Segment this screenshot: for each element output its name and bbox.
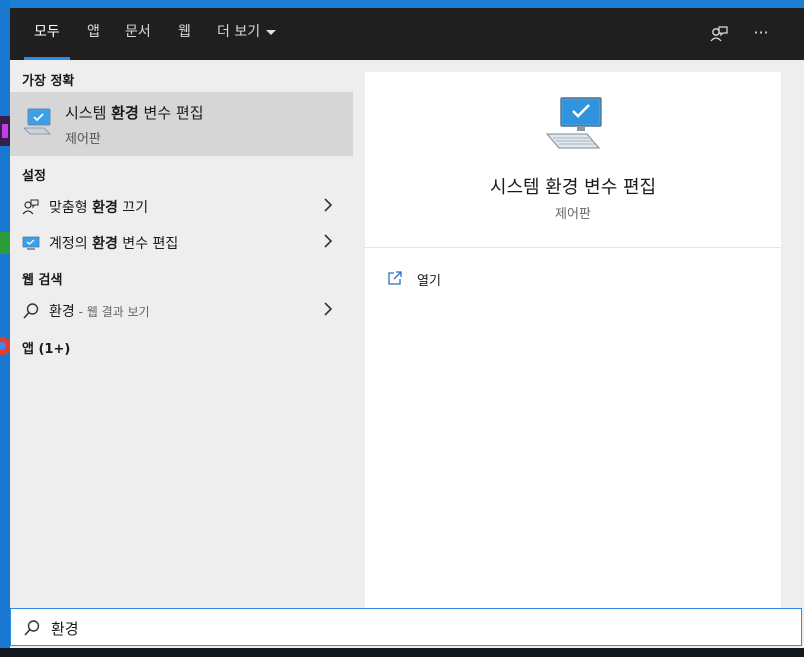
preview-subtitle: 제어판 xyxy=(555,207,591,222)
person-feedback-icon xyxy=(710,26,728,42)
settings-item-label: 계정의 환경 변수 편집 xyxy=(49,236,179,252)
tab-all[interactable]: 모두 xyxy=(24,8,70,60)
preview-pane: 시스템 환경 변수 편집 제어판 열기 xyxy=(365,72,781,608)
system-monitor-icon xyxy=(22,236,40,250)
best-match-header: 가장 정확 xyxy=(22,74,75,89)
desktop-app-icon[interactable] xyxy=(0,228,10,258)
chevron-right-icon xyxy=(324,198,333,212)
search-icon xyxy=(24,620,40,636)
tab-web[interactable]: 웹 xyxy=(178,8,191,60)
ellipsis-icon: ··· xyxy=(753,23,769,42)
apps-header[interactable]: 앱 (1+) xyxy=(22,338,70,357)
web-search-label: 환경 - 웹 결과 보기 xyxy=(49,304,150,320)
results-list: 가장 정확 시스템 환경 변수 편집 제어판 설정 맞춤형 환경 끄기 계정의 … xyxy=(10,60,353,608)
desktop-app-icon[interactable] xyxy=(0,112,10,152)
settings-item-label: 맞춤형 환경 끄기 xyxy=(49,200,149,216)
open-icon xyxy=(388,271,402,285)
tab-more[interactable]: 더 보기 xyxy=(217,8,277,60)
settings-item-personalized-environment[interactable]: 맞춤형 환경 끄기 xyxy=(10,189,353,223)
taskbar xyxy=(0,648,804,657)
tab-more-label: 더 보기 xyxy=(217,24,261,40)
web-search-item[interactable]: 환경 - 웹 결과 보기 xyxy=(10,293,353,327)
open-action-label: 열기 xyxy=(417,274,441,289)
settings-header: 설정 xyxy=(22,169,46,184)
best-match-subtitle: 제어판 xyxy=(65,132,101,147)
search-tab-bar: 모두 앱 문서 웹 더 보기 ··· xyxy=(10,8,804,60)
chevron-down-icon xyxy=(266,29,277,35)
tab-apps[interactable]: 앱 xyxy=(87,8,100,60)
settings-item-account-variables[interactable]: 계정의 환경 변수 편집 xyxy=(10,225,353,259)
best-match-item[interactable]: 시스템 환경 변수 편집 제어판 xyxy=(10,92,353,156)
search-icon xyxy=(23,303,39,319)
system-monitor-icon xyxy=(545,97,602,149)
best-match-title: 시스템 환경 변수 편집 xyxy=(65,104,204,122)
web-search-header: 웹 검색 xyxy=(22,273,63,288)
system-monitor-icon xyxy=(23,108,51,135)
preview-title: 시스템 환경 변수 편집 xyxy=(489,177,657,198)
tab-documents[interactable]: 문서 xyxy=(125,8,151,60)
divider xyxy=(365,247,781,248)
search-box xyxy=(10,608,802,646)
person-feedback-icon xyxy=(22,199,39,215)
chevron-right-icon xyxy=(324,234,333,248)
chevron-right-icon xyxy=(324,302,333,316)
search-input[interactable] xyxy=(49,613,793,643)
feedback-button[interactable] xyxy=(707,22,731,46)
chrome-icon[interactable] xyxy=(0,326,10,366)
more-options-button[interactable]: ··· xyxy=(749,22,773,46)
search-window: 모두 앱 문서 웹 더 보기 ··· 가장 정확 시스템 환경 변수 편집 제어… xyxy=(10,8,804,648)
